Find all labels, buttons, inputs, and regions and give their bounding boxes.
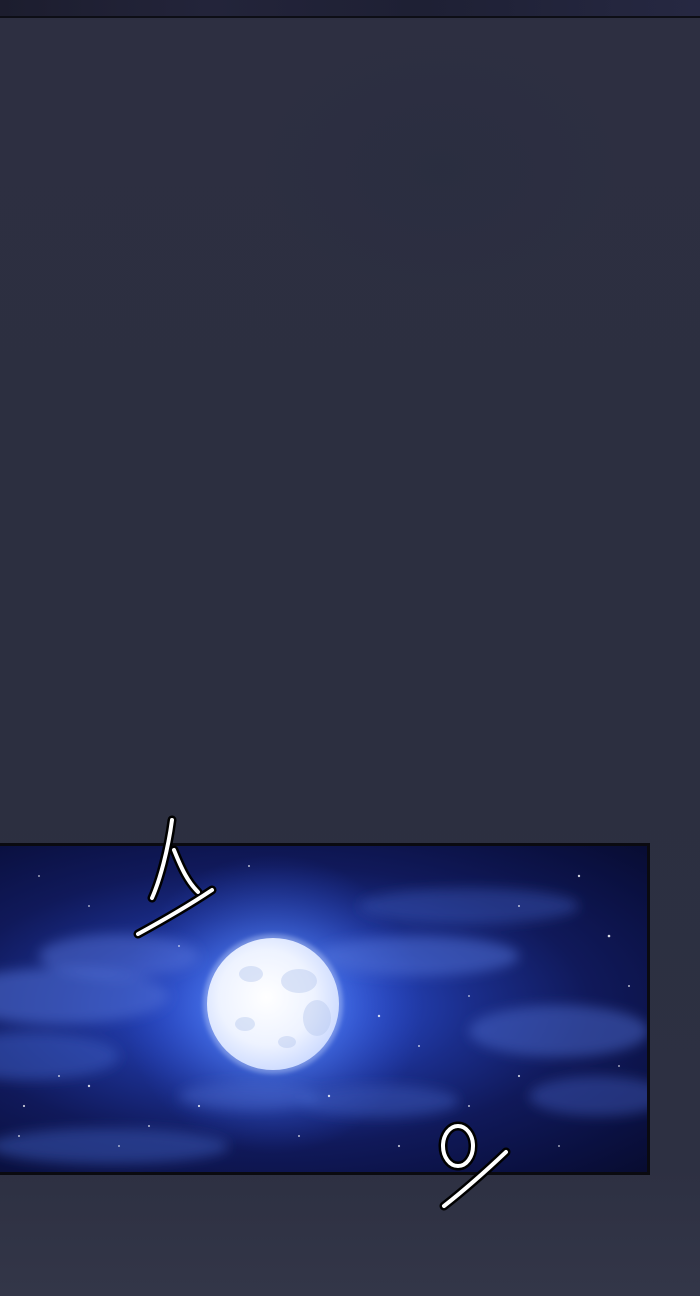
sfx-second-lettering <box>438 1121 511 1211</box>
sfx-first-lettering <box>133 815 217 939</box>
webtoon-page <box>0 0 700 1296</box>
night-sky-panel <box>0 843 650 1175</box>
background-shading <box>260 40 620 300</box>
previous-panel-edge <box>0 0 700 18</box>
night-sky-illustration <box>0 854 647 1164</box>
sfx-second <box>432 1118 522 1218</box>
sfx-first <box>130 810 220 940</box>
